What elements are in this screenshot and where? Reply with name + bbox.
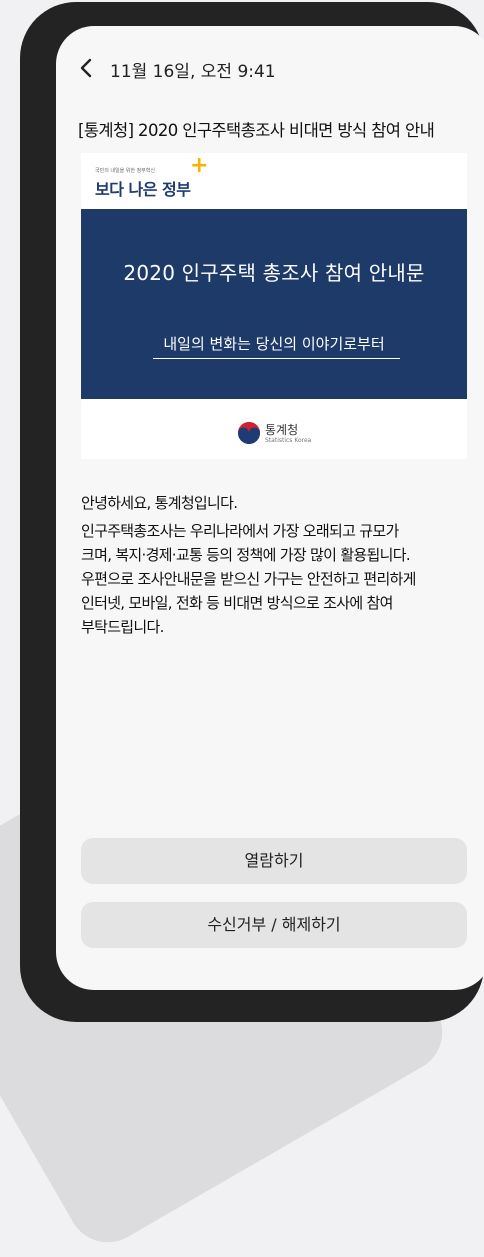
chevron-left-icon bbox=[80, 58, 92, 78]
view-button[interactable]: 열람하기 bbox=[81, 838, 467, 884]
message-datetime: 11월 16일, 오전 9:41 bbox=[110, 62, 276, 82]
message-subject: [통계청] 2020 인구주택총조사 비대면 방식 참여 안내 bbox=[78, 121, 435, 140]
body-line: 크며, 복지·경제·교통 등의 정책에 가장 많이 활용됩니다. bbox=[81, 546, 411, 564]
banner-underline bbox=[153, 358, 400, 359]
body-line: 우편으로 조사안내문을 받으신 가구는 안전하고 편리하게 bbox=[81, 570, 416, 588]
banner-subtitle: 내일의 변화는 당신의 이야기로부터 bbox=[163, 335, 385, 353]
body-line: 부탁드립니다. bbox=[81, 618, 164, 636]
greeting-text: 안녕하세요, 통계청입니다. bbox=[81, 494, 238, 512]
banner-title: 2020 인구주택 총조사 참여 안내문 bbox=[123, 261, 425, 285]
gov-logo: 국민의 내일을 위한 정부혁신 보다 나은 정부 + bbox=[95, 155, 235, 201]
org-name-english: Statistics Korea bbox=[265, 437, 312, 444]
gov-name: 보다 나은 정부 bbox=[95, 180, 191, 199]
notice-banner: 2020 인구주택 총조사 참여 안내문 내일의 변화는 당신의 이야기로부터 bbox=[81, 209, 467, 399]
org-name: 통계청 bbox=[265, 423, 299, 437]
plus-icon: + bbox=[190, 153, 209, 178]
phone-screen: 11월 16일, 오전 9:41 [통계청] 2020 인구주택총조사 비대면 … bbox=[56, 26, 484, 990]
body-line: 인터넷, 모바일, 전화 등 비대면 방식으로 조사에 참여 bbox=[81, 594, 393, 612]
message-body: 안녕하세요, 통계청입니다. 인구주택총조사는 우리나라에서 가장 오래되고 규… bbox=[81, 491, 481, 639]
back-button[interactable] bbox=[76, 56, 98, 80]
gov-tagline: 국민의 내일을 위한 정부혁신 bbox=[95, 168, 155, 174]
body-line: 인구주택총조사는 우리나라에서 가장 오래되고 규모가 bbox=[81, 522, 399, 540]
notice-image-card[interactable]: 국민의 내일을 위한 정부혁신 보다 나은 정부 + 2020 인구주택 총조사… bbox=[81, 153, 467, 459]
message-header: 11월 16일, 오전 9:41 bbox=[56, 26, 484, 116]
unsubscribe-button[interactable]: 수신거부 / 해제하기 bbox=[81, 902, 467, 948]
statistics-korea-logo: 통계청 Statistics Korea bbox=[237, 421, 357, 451]
phone-frame: 11월 16일, 오전 9:41 [통계청] 2020 인구주택총조사 비대면 … bbox=[20, 2, 484, 1022]
taegeuk-emblem-icon bbox=[238, 422, 260, 444]
